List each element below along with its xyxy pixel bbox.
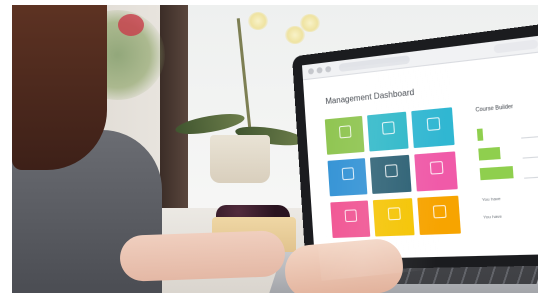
laptop-lid: Management Dashboard Course Builder You … xyxy=(292,23,542,271)
dashboard-tile[interactable] xyxy=(417,195,461,235)
tile-icon xyxy=(381,121,395,135)
left-hand xyxy=(119,230,286,282)
tile-icon xyxy=(384,164,398,178)
browser-actions[interactable] xyxy=(493,39,539,54)
photo-border-right xyxy=(538,0,542,297)
tile-icon xyxy=(387,207,401,221)
tile-label xyxy=(329,188,366,190)
dashboard-tile[interactable] xyxy=(330,200,371,239)
tile-label xyxy=(369,142,408,145)
tile-label xyxy=(416,183,457,185)
tile-icon xyxy=(341,167,355,181)
browser-dot-icon xyxy=(316,66,323,74)
panel-note: You have xyxy=(482,193,542,202)
metric-bar xyxy=(478,146,501,161)
tile-label xyxy=(327,146,364,149)
browser-dot-icon xyxy=(325,65,332,73)
tile-icon xyxy=(429,160,444,175)
right-hand xyxy=(282,236,406,297)
dashboard-tile[interactable] xyxy=(369,154,412,194)
note-text: You have xyxy=(482,213,503,220)
orchid-flower xyxy=(248,12,268,30)
laptop-screen: Management Dashboard Course Builder You … xyxy=(302,34,542,260)
tile-icon xyxy=(344,209,358,223)
person-hair xyxy=(12,0,107,170)
photo-border-top xyxy=(0,0,542,5)
course-builder-panel: Course Builder 4 127 62 You have xyxy=(475,100,542,249)
panel-note: You have xyxy=(482,211,542,220)
tiles-grid xyxy=(324,107,469,252)
tile-label xyxy=(332,230,370,231)
tile-label xyxy=(372,185,411,187)
photo-scene: Management Dashboard Course Builder You … xyxy=(0,0,542,297)
tile-label xyxy=(419,227,460,229)
dashboard-tile[interactable] xyxy=(327,158,368,197)
tile-icon xyxy=(432,204,447,219)
browser-dot-icon xyxy=(307,67,315,75)
dashboard-tile[interactable] xyxy=(411,107,455,149)
tile-label xyxy=(375,229,414,230)
photo-border-bottom xyxy=(0,293,542,297)
address-bar[interactable] xyxy=(338,55,411,72)
metric-bar xyxy=(476,128,484,141)
dashboard-tile[interactable] xyxy=(324,115,365,155)
photo-border-left xyxy=(0,0,12,297)
window-post xyxy=(160,0,188,220)
tile-label xyxy=(413,138,454,141)
tile-icon xyxy=(426,117,441,131)
dashboard-tile[interactable] xyxy=(367,111,409,152)
background-flower xyxy=(118,14,144,36)
page-title: Management Dashboard xyxy=(325,87,415,107)
note-text: You have xyxy=(481,195,501,203)
tile-icon xyxy=(338,125,352,139)
flower-pot xyxy=(210,135,270,183)
panel-title: Course Builder xyxy=(475,103,514,114)
dashboard-tile[interactable] xyxy=(414,151,458,192)
dashboard-tile[interactable] xyxy=(372,198,415,237)
orchid-flower xyxy=(285,26,305,44)
metric-bar xyxy=(479,166,514,181)
